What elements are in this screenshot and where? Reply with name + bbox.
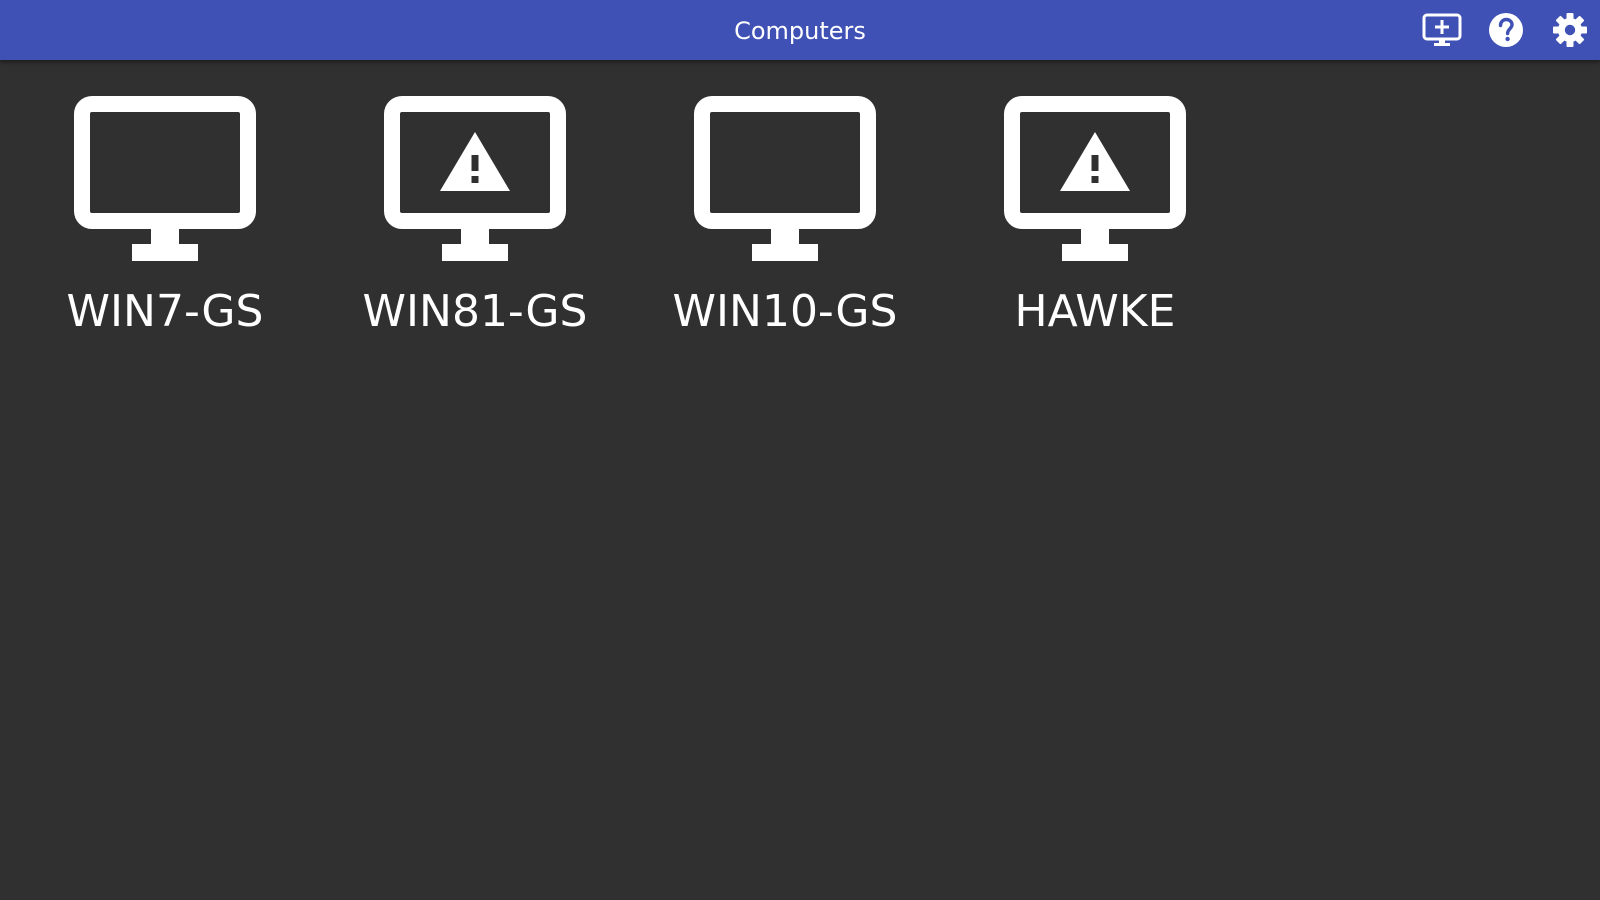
monitor-warning-icon (384, 96, 566, 261)
computer-item[interactable]: WIN10-GS (672, 95, 898, 337)
computer-item[interactable]: WIN81-GS (362, 95, 588, 337)
monitor-warning-icon (1004, 96, 1186, 261)
computer-name: WIN10-GS (672, 286, 898, 337)
monitor-icon (694, 96, 876, 261)
computer-name: HAWKE (1014, 286, 1176, 337)
computer-name: WIN7-GS (66, 286, 264, 337)
settings-icon (1553, 13, 1587, 47)
app-header: Computers (0, 0, 1600, 60)
page-title: Computers (734, 17, 866, 45)
add-computer-icon (1422, 13, 1462, 46)
help-icon (1489, 13, 1523, 47)
computer-grid: WIN7-GS WIN81-GS WIN10-GS HAWKE (55, 95, 1295, 337)
computer-name: WIN81-GS (362, 286, 588, 337)
app-window: Computers WIN7-GS WIN81-GS WIN10-GS HAWK… (0, 0, 1600, 900)
monitor-icon (74, 96, 256, 261)
header-actions (1398, 10, 1590, 50)
help-button[interactable] (1486, 10, 1526, 50)
computer-item[interactable]: WIN7-GS (55, 95, 275, 337)
computer-item[interactable]: HAWKE (985, 95, 1205, 337)
add-computer-button[interactable] (1422, 10, 1462, 50)
settings-button[interactable] (1550, 10, 1590, 50)
